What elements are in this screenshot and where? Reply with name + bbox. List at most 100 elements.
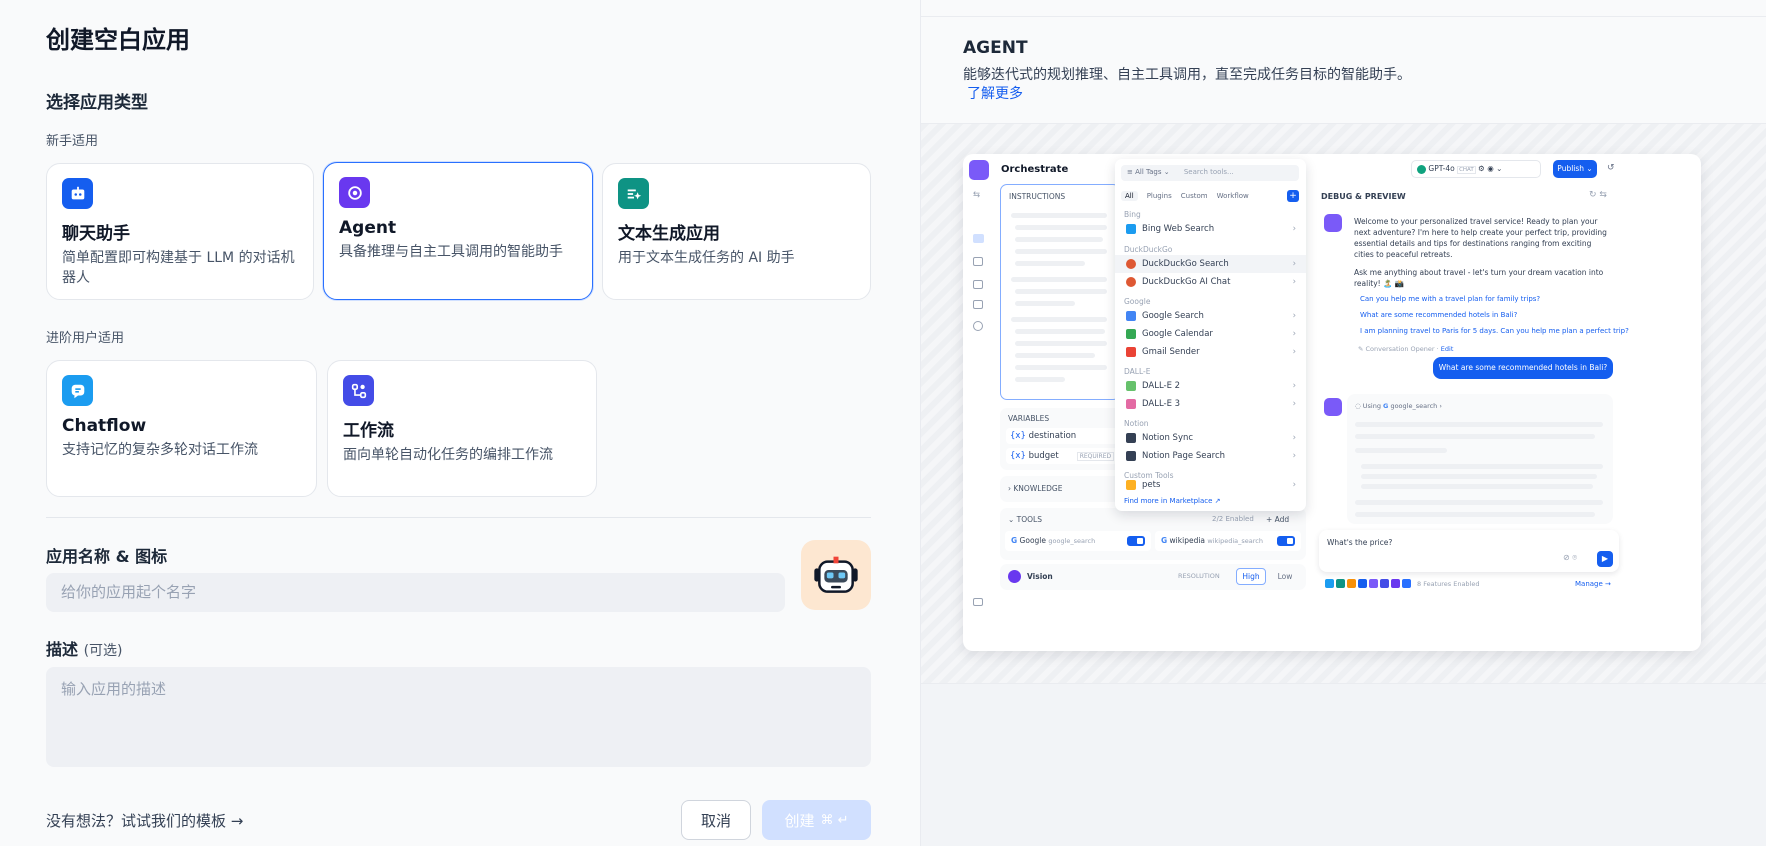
tool-item[interactable]: Notion Sync › [1115, 429, 1306, 447]
variable-budget: {x} budget REQUIRED [1006, 448, 1118, 464]
text-generation-icon [618, 178, 649, 209]
tool-google: G Google google_search [1005, 531, 1151, 551]
find-more-link[interactable]: Find more in Marketplace ↗ [1124, 497, 1221, 505]
marketplace-link[interactable]: Marketplace ↗ [1170, 497, 1221, 505]
tool-item[interactable]: pets › [1115, 479, 1306, 491]
publish-label: Publish [1557, 164, 1585, 173]
tool-item[interactable]: Gmail Sender › [1115, 343, 1306, 361]
tool-item-label: DuckDuckGo AI Chat [1142, 277, 1231, 287]
notion-icon [1126, 433, 1136, 443]
tool-item[interactable]: Bing Web Search › [1115, 220, 1306, 238]
feature-icon [1369, 579, 1378, 588]
tool-toggle[interactable] [1277, 536, 1295, 546]
tool-search-bar[interactable]: ≡ All Tags ⌄ Search tools... [1121, 165, 1299, 181]
chatflow-icon [62, 375, 93, 406]
robot-icon [814, 556, 858, 593]
manage-features-link[interactable]: Manage → [1575, 580, 1611, 588]
app-icon-picker[interactable] [801, 540, 871, 610]
tool-item-label: Google Calendar [1142, 329, 1213, 339]
model-badge: CHAT [1457, 166, 1476, 174]
optional-hint: (可选) [83, 643, 123, 659]
chat-input-text: What's the price? [1327, 538, 1393, 547]
pets-icon [1126, 480, 1136, 490]
resolution-high[interactable]: High [1236, 568, 1266, 585]
tool-name: wikipedia [1169, 536, 1206, 545]
notion-icon [1126, 451, 1136, 461]
send-icon[interactable]: ▶ [1597, 551, 1613, 567]
add-tool-plus-icon[interactable]: + [1287, 190, 1299, 202]
orchestrate-nav-icon [973, 234, 984, 243]
collapse-icon [973, 598, 983, 606]
beginner-label: 新手适用 [46, 134, 99, 149]
feature-icon [1347, 579, 1356, 588]
app-name-label: 应用名称 & 图标 [46, 547, 168, 566]
conversation-opener-label: Conversation Opener [1365, 345, 1435, 353]
instructions-label: INSTRUCTIONS [1009, 192, 1066, 201]
feature-icon [1380, 579, 1389, 588]
resolution-low[interactable]: Low [1270, 568, 1300, 585]
tool-item[interactable]: DuckDuckGo AI Chat › [1115, 273, 1306, 291]
tool-group-label: Notion [1124, 419, 1149, 428]
tool-item[interactable]: Notion Page Search › [1115, 447, 1306, 465]
chat-input[interactable]: What's the price? ⊘ ⌾ ▶ [1319, 530, 1619, 572]
app-type-card-chatbot[interactable]: 聊天助手 简单配置即可构建基于 LLM 的对话机器人 [46, 163, 314, 300]
tool-item-label: Notion Sync [1142, 433, 1194, 443]
card-description: 具备推理与自主工具调用的智能助手 [339, 244, 563, 260]
app-type-card-workflow[interactable]: 工作流 面向单轮自动化任务的编排工作流 [327, 360, 597, 497]
tool-item[interactable]: Google Search › [1115, 307, 1306, 325]
debug-preview-title: DEBUG & PREVIEW [1321, 192, 1406, 201]
tool-item-label: pets [1142, 480, 1161, 490]
app-type-card-text-generation[interactable]: 文本生成应用 用于文本生成任务的 AI 助手 [602, 163, 871, 300]
tool-group-label: Bing [1124, 210, 1141, 219]
card-title: Agent [339, 218, 397, 238]
preview-area: ⇆ Orchestrate INSTRUCTIONS VARIABLES {x}… [921, 124, 1766, 684]
suggested-question[interactable]: I am planning travel to Paris for 5 days… [1360, 327, 1629, 335]
history-icon[interactable]: ↺ [1607, 163, 1615, 173]
variable-destination: {x} destination [1006, 428, 1118, 444]
conversation-opener: ✎ Conversation Opener · Edit [1358, 345, 1454, 353]
agent-info-title: AGENT [963, 38, 1028, 58]
tab-all[interactable]: All [1121, 191, 1138, 201]
tool-search-input[interactable]: Search tools... [1184, 168, 1234, 176]
gmail-icon [1126, 347, 1136, 357]
suggested-question[interactable]: What are some recommended hotels in Bali… [1360, 311, 1517, 319]
card-title: Chatflow [62, 416, 147, 436]
tool-name: Google [1019, 536, 1046, 545]
tool-item[interactable]: DuckDuckGo Search › [1115, 255, 1306, 273]
tool-item[interactable]: DALL-E 3 › [1115, 395, 1306, 413]
tool-picker-dropdown: ≡ All Tags ⌄ Search tools... All Plugins… [1115, 159, 1306, 511]
tool-item-label: Notion Page Search [1142, 451, 1226, 461]
app-type-card-agent[interactable]: Agent 具备推理与自主工具调用的智能助手 [323, 162, 593, 300]
edit-opener-link[interactable]: Edit [1441, 345, 1454, 353]
agent-info-description: 能够迭代式的规划推理、自主工具调用，直至完成任务目标的智能助手。 [963, 67, 1411, 83]
tool-item[interactable]: Google Calendar › [1115, 325, 1306, 343]
tab-workflow[interactable]: Workflow [1217, 192, 1249, 200]
tool-item[interactable]: DALL-E 2 › [1115, 377, 1306, 395]
refresh-icon[interactable]: ↻ ⇆ [1589, 190, 1607, 200]
app-type-card-chatflow[interactable]: Chatflow 支持记忆的复杂多轮对话工作流 [46, 360, 317, 497]
tool-item-label: Google Search [1142, 311, 1204, 321]
publish-button[interactable]: Publish ⌄ [1553, 160, 1597, 178]
add-tool-button[interactable]: + Add [1266, 515, 1289, 524]
model-selector[interactable]: GPT-4o CHAT ⚙ ◉ ⌄ [1411, 160, 1541, 178]
tab-custom[interactable]: Custom [1181, 192, 1208, 200]
variable-name: budget [1028, 451, 1059, 461]
agent-info-header: AGENT 能够迭代式的规划推理、自主工具调用，直至完成任务目标的智能助手。 了… [921, 0, 1766, 124]
tool-toggle[interactable] [1127, 536, 1145, 546]
create-button[interactable]: 创建 ⌘ ↵ [762, 800, 871, 840]
suggested-question[interactable]: Can you help me with a travel plan for f… [1360, 295, 1540, 303]
template-link[interactable]: 没有想法？试试我们的模板 → [46, 810, 243, 831]
learn-more-link[interactable]: 了解更多 [967, 83, 1023, 103]
card-title: 文本生成应用 [618, 224, 720, 244]
tab-plugins[interactable]: Plugins [1147, 192, 1172, 200]
dalle-icon [1126, 399, 1136, 409]
attach-icon[interactable]: ⊘ ⌾ [1563, 553, 1577, 563]
header-strip [921, 0, 1766, 17]
using-label: Using [1362, 402, 1381, 410]
feature-icon [1402, 579, 1411, 588]
all-tags-filter[interactable]: All Tags [1135, 168, 1161, 176]
cancel-button[interactable]: 取消 [681, 800, 751, 840]
description-textarea[interactable]: 输入应用的描述 [46, 667, 871, 767]
app-name-input[interactable]: 给你的应用起个名字 [46, 573, 785, 612]
tool-item-label: DuckDuckGo Search [1142, 259, 1229, 269]
